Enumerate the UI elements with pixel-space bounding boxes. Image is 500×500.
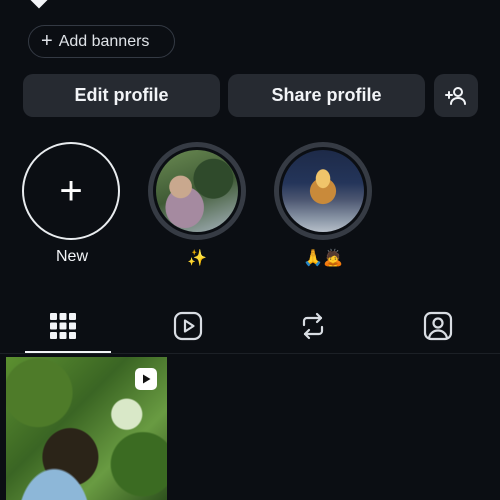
diamond-icon	[30, 0, 48, 9]
share-profile-button[interactable]: Share profile	[228, 74, 425, 117]
profile-tabs	[0, 300, 500, 352]
highlight-label: 🙏🙇	[303, 250, 343, 267]
discover-people-button[interactable]	[434, 74, 478, 117]
tab-reels[interactable]	[125, 300, 250, 352]
new-highlight-ring[interactable]: +	[22, 142, 120, 240]
share-profile-label: Share profile	[271, 85, 382, 105]
profile-screen: + Add banners Edit profile Share profile…	[0, 0, 500, 500]
highlight-cover-image	[282, 150, 364, 232]
reels-icon	[173, 311, 202, 341]
highlight-label: New	[55, 248, 88, 265]
add-banners-label: Add banners	[58, 32, 150, 50]
edit-profile-label: Edit profile	[74, 85, 169, 105]
add-person-icon	[445, 86, 466, 105]
tagged-icon	[423, 311, 452, 341]
tab-tagged[interactable]	[375, 300, 500, 352]
highlight-ring[interactable]	[148, 142, 246, 240]
edit-profile-button[interactable]: Edit profile	[23, 74, 220, 117]
plus-icon: +	[41, 29, 53, 52]
highlight-cover-image	[156, 150, 238, 232]
plus-icon: +	[59, 169, 83, 213]
highlight-ring[interactable]	[274, 142, 372, 240]
tabs-divider	[0, 353, 500, 354]
reel-play-icon	[135, 368, 157, 390]
grid-icon	[49, 313, 76, 339]
tab-reposts[interactable]	[250, 300, 375, 352]
add-banners-button[interactable]: + Add banners	[28, 25, 175, 58]
highlight-new[interactable]: + New	[22, 142, 122, 266]
repost-icon	[302, 312, 323, 340]
highlight-temple[interactable]: 🙏🙇	[274, 142, 372, 268]
tab-posts[interactable]	[0, 300, 125, 352]
highlight-label: ✨	[187, 250, 207, 267]
highlight-sparkles[interactable]: ✨	[148, 142, 246, 268]
